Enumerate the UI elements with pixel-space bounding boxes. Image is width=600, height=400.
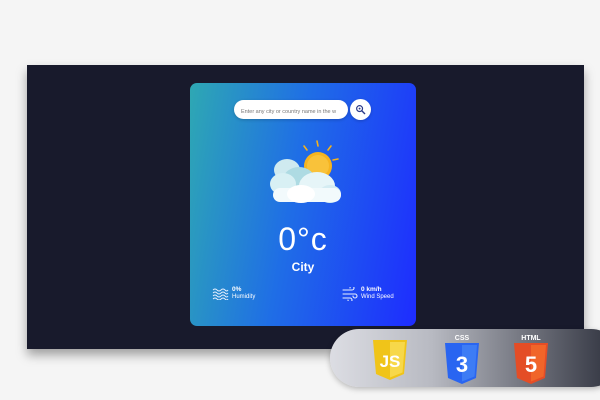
humidity-value: 0%: [232, 286, 242, 293]
humidity-stat: 0% Humidity: [212, 286, 255, 301]
search-input[interactable]: [241, 102, 345, 122]
weather-card: 0°c City 0% Humidity 0 km/h Wind Spee: [190, 83, 416, 326]
html-logo-number: 5: [525, 352, 537, 377]
sun-behind-clouds-icon: [270, 140, 341, 203]
wind-stat: 0 km/h Wind Speed: [342, 286, 394, 301]
wind-speed-value: 0 km/h: [361, 286, 382, 293]
js-logo-icon: JS: [373, 340, 407, 380]
html-logo-label: HTML: [521, 335, 541, 342]
js-logo-text: JS: [380, 352, 401, 371]
city-name: City: [291, 260, 315, 274]
wind-icon: [342, 286, 358, 301]
temperature: 0°c: [278, 221, 328, 257]
css-logo-number: 3: [456, 352, 468, 377]
wind-speed-label: Wind Speed: [361, 294, 394, 300]
css3-logo-icon: CSS 3: [445, 335, 479, 384]
search-box[interactable]: [234, 100, 348, 122]
css-logo-label: CSS: [455, 335, 470, 342]
humidity-waves-icon: [212, 288, 229, 300]
humidity-label: Humidity: [232, 294, 256, 300]
search-button[interactable]: [350, 99, 371, 120]
html5-logo-icon: HTML 5: [514, 335, 548, 384]
search-location-icon: [356, 105, 366, 115]
